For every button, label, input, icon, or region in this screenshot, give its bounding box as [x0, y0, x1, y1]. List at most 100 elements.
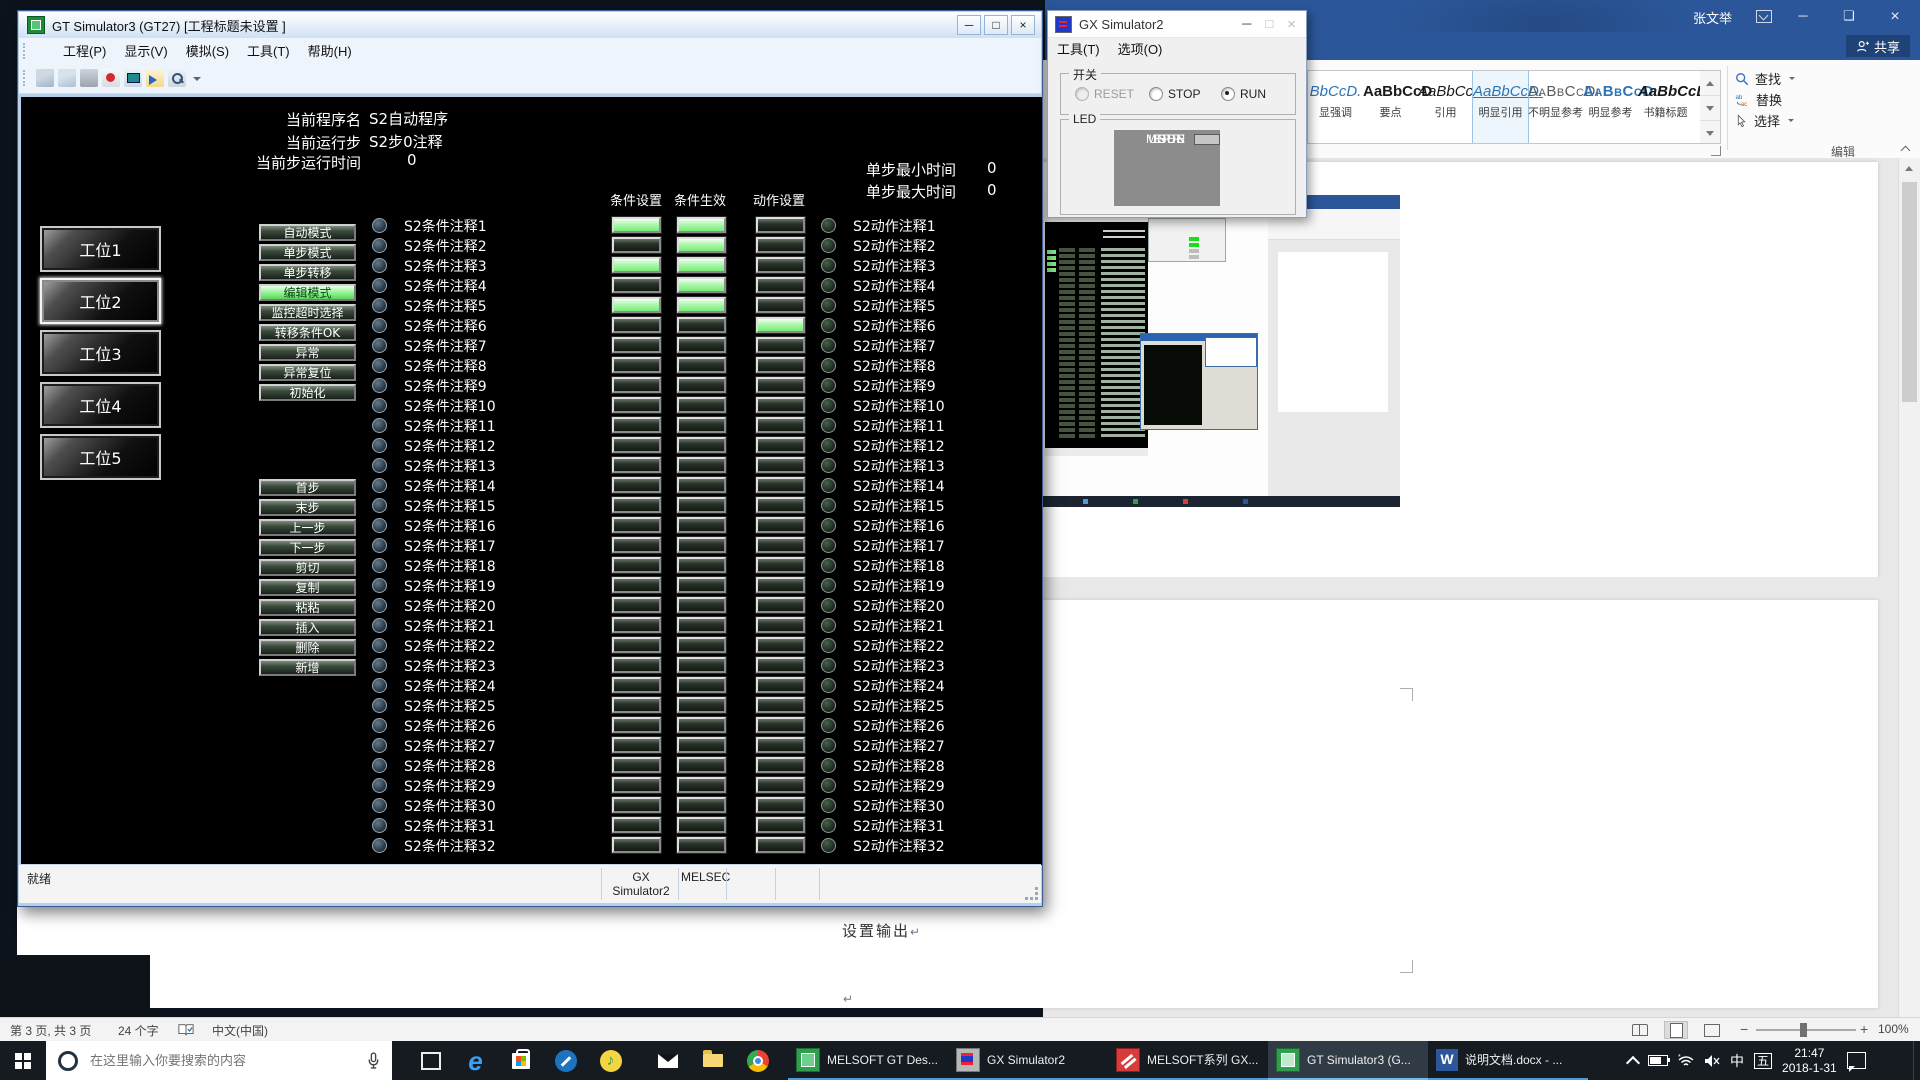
condition-set-indicator[interactable]	[612, 217, 661, 233]
condition-active-indicator[interactable]	[677, 797, 726, 813]
gt-maximize-button[interactable]: □	[984, 15, 1008, 35]
condition-set-indicator[interactable]	[612, 277, 661, 293]
action-set-indicator[interactable]	[756, 297, 805, 313]
condition-set-indicator[interactable]	[612, 317, 661, 333]
condition-set-indicator[interactable]	[612, 557, 661, 573]
action-set-indicator[interactable]	[756, 597, 805, 613]
action-set-indicator[interactable]	[756, 217, 805, 233]
condition-active-indicator[interactable]	[677, 657, 726, 673]
condition-active-indicator[interactable]	[677, 777, 726, 793]
action-set-indicator[interactable]	[756, 497, 805, 513]
condition-active-indicator[interactable]	[677, 677, 726, 693]
condition-active-indicator[interactable]	[677, 477, 726, 493]
style-gallery-item[interactable]: AaBbCcDi 不明显参考	[1528, 71, 1583, 143]
action-set-indicator[interactable]	[756, 657, 805, 673]
gt-title-bar[interactable]: GT Simulator3 (GT27) [工程标题未设置 ] ─ □ ×	[19, 12, 1041, 38]
condition-set-indicator[interactable]	[612, 697, 661, 713]
condition-active-indicator[interactable]	[677, 337, 726, 353]
action-set-indicator[interactable]	[756, 577, 805, 593]
condition-active-indicator[interactable]	[677, 237, 726, 253]
search-input[interactable]	[88, 1052, 332, 1069]
style-gallery-item[interactable]: BbCcD. 显强调	[1308, 71, 1363, 143]
gx-close-button[interactable]: ×	[1287, 16, 1296, 33]
style-gallery-item[interactable]: AaBbCcD 要点	[1363, 71, 1418, 143]
print-layout-button[interactable]	[1664, 1021, 1688, 1039]
condition-active-indicator[interactable]	[677, 617, 726, 633]
taskbar-app-button[interactable]: GX Simulator2	[948, 1041, 1108, 1080]
radio-run[interactable]: RUN	[1221, 87, 1266, 101]
action-set-indicator[interactable]	[756, 277, 805, 293]
action-set-indicator[interactable]	[756, 537, 805, 553]
ime-mode-indicator[interactable]: 五	[1754, 1053, 1772, 1069]
toolbar-icon[interactable]	[102, 69, 120, 87]
condition-set-indicator[interactable]	[612, 437, 661, 453]
condition-active-indicator[interactable]	[677, 757, 726, 773]
action-set-indicator[interactable]	[756, 397, 805, 413]
condition-active-indicator[interactable]	[677, 217, 726, 233]
condition-set-indicator[interactable]	[612, 757, 661, 773]
styles-dialog-launcher-icon[interactable]	[1711, 146, 1721, 156]
condition-set-indicator[interactable]	[612, 417, 661, 433]
proofing-icon[interactable]	[178, 1023, 194, 1037]
action-set-indicator[interactable]	[756, 377, 805, 393]
condition-set-indicator[interactable]	[612, 457, 661, 473]
condition-active-indicator[interactable]	[677, 497, 726, 513]
action-set-indicator[interactable]	[756, 317, 805, 333]
action-set-indicator[interactable]	[756, 417, 805, 433]
condition-set-indicator[interactable]	[612, 517, 661, 533]
condition-active-indicator[interactable]	[677, 297, 726, 313]
zoom-level[interactable]: 100%	[1878, 1022, 1909, 1036]
read-mode-button[interactable]	[1628, 1021, 1652, 1039]
action-set-indicator[interactable]	[756, 517, 805, 533]
condition-active-indicator[interactable]	[677, 577, 726, 593]
condition-active-indicator[interactable]	[677, 637, 726, 653]
menu-tool[interactable]: 工具(T)	[1048, 39, 1109, 58]
toolbar-overflow-icon[interactable]	[193, 77, 201, 85]
show-desktop-button[interactable]	[1913, 1041, 1920, 1080]
condition-set-indicator[interactable]	[612, 837, 661, 853]
taskbar-app-button[interactable]: MELSOFT系列 GX...	[1108, 1041, 1268, 1080]
action-set-indicator[interactable]	[756, 777, 805, 793]
menu-tools[interactable]: 工具(T)	[238, 41, 299, 60]
language-status[interactable]: 中文(中国)	[212, 1022, 268, 1039]
action-set-indicator[interactable]	[756, 437, 805, 453]
taskbar-app-button[interactable]: GT Simulator3 (G...	[1268, 1041, 1428, 1080]
taskbar-search[interactable]	[46, 1041, 392, 1080]
menu-project[interactable]: 工程(P)	[54, 41, 115, 60]
find-button[interactable]: 查找	[1735, 68, 1920, 89]
gt-minimize-button[interactable]: ─	[957, 15, 981, 35]
gallery-down-button[interactable]	[1700, 96, 1720, 121]
condition-set-indicator[interactable]	[612, 477, 661, 493]
share-button[interactable]: 共享	[1846, 35, 1910, 57]
condition-set-indicator[interactable]	[612, 257, 661, 273]
action-set-indicator[interactable]	[756, 637, 805, 653]
condition-set-indicator[interactable]	[612, 357, 661, 373]
condition-active-indicator[interactable]	[677, 717, 726, 733]
zoom-in-button[interactable]: +	[1860, 1021, 1868, 1037]
settings-tool-icon[interactable]	[543, 1041, 588, 1080]
battery-icon[interactable]	[1648, 1055, 1668, 1066]
condition-active-indicator[interactable]	[677, 437, 726, 453]
condition-active-indicator[interactable]	[677, 457, 726, 473]
ribbon-display-options-icon[interactable]	[1756, 10, 1772, 23]
condition-set-indicator[interactable]	[612, 777, 661, 793]
mail-icon[interactable]	[645, 1041, 690, 1080]
volume-muted-icon[interactable]	[1704, 1054, 1720, 1068]
condition-set-indicator[interactable]	[612, 617, 661, 633]
action-set-indicator[interactable]	[756, 457, 805, 473]
action-set-indicator[interactable]	[756, 697, 805, 713]
condition-active-indicator[interactable]	[677, 377, 726, 393]
gt-close-button[interactable]: ×	[1011, 15, 1035, 35]
web-layout-button[interactable]	[1700, 1021, 1724, 1039]
style-gallery-item[interactable]: AaBbCcD. 明显引用	[1473, 71, 1528, 143]
condition-set-indicator[interactable]	[612, 597, 661, 613]
network-icon[interactable]: *	[1678, 1054, 1694, 1068]
ime-language-indicator[interactable]: 中	[1730, 1051, 1744, 1071]
scroll-up-icon[interactable]	[1905, 162, 1913, 171]
condition-set-indicator[interactable]	[612, 577, 661, 593]
edge-icon[interactable]: e	[453, 1041, 498, 1080]
condition-active-indicator[interactable]	[677, 277, 726, 293]
start-button[interactable]	[0, 1041, 46, 1080]
taskbar-app-button[interactable]: MELSOFT GT Des...	[788, 1041, 948, 1080]
action-set-indicator[interactable]	[756, 817, 805, 833]
